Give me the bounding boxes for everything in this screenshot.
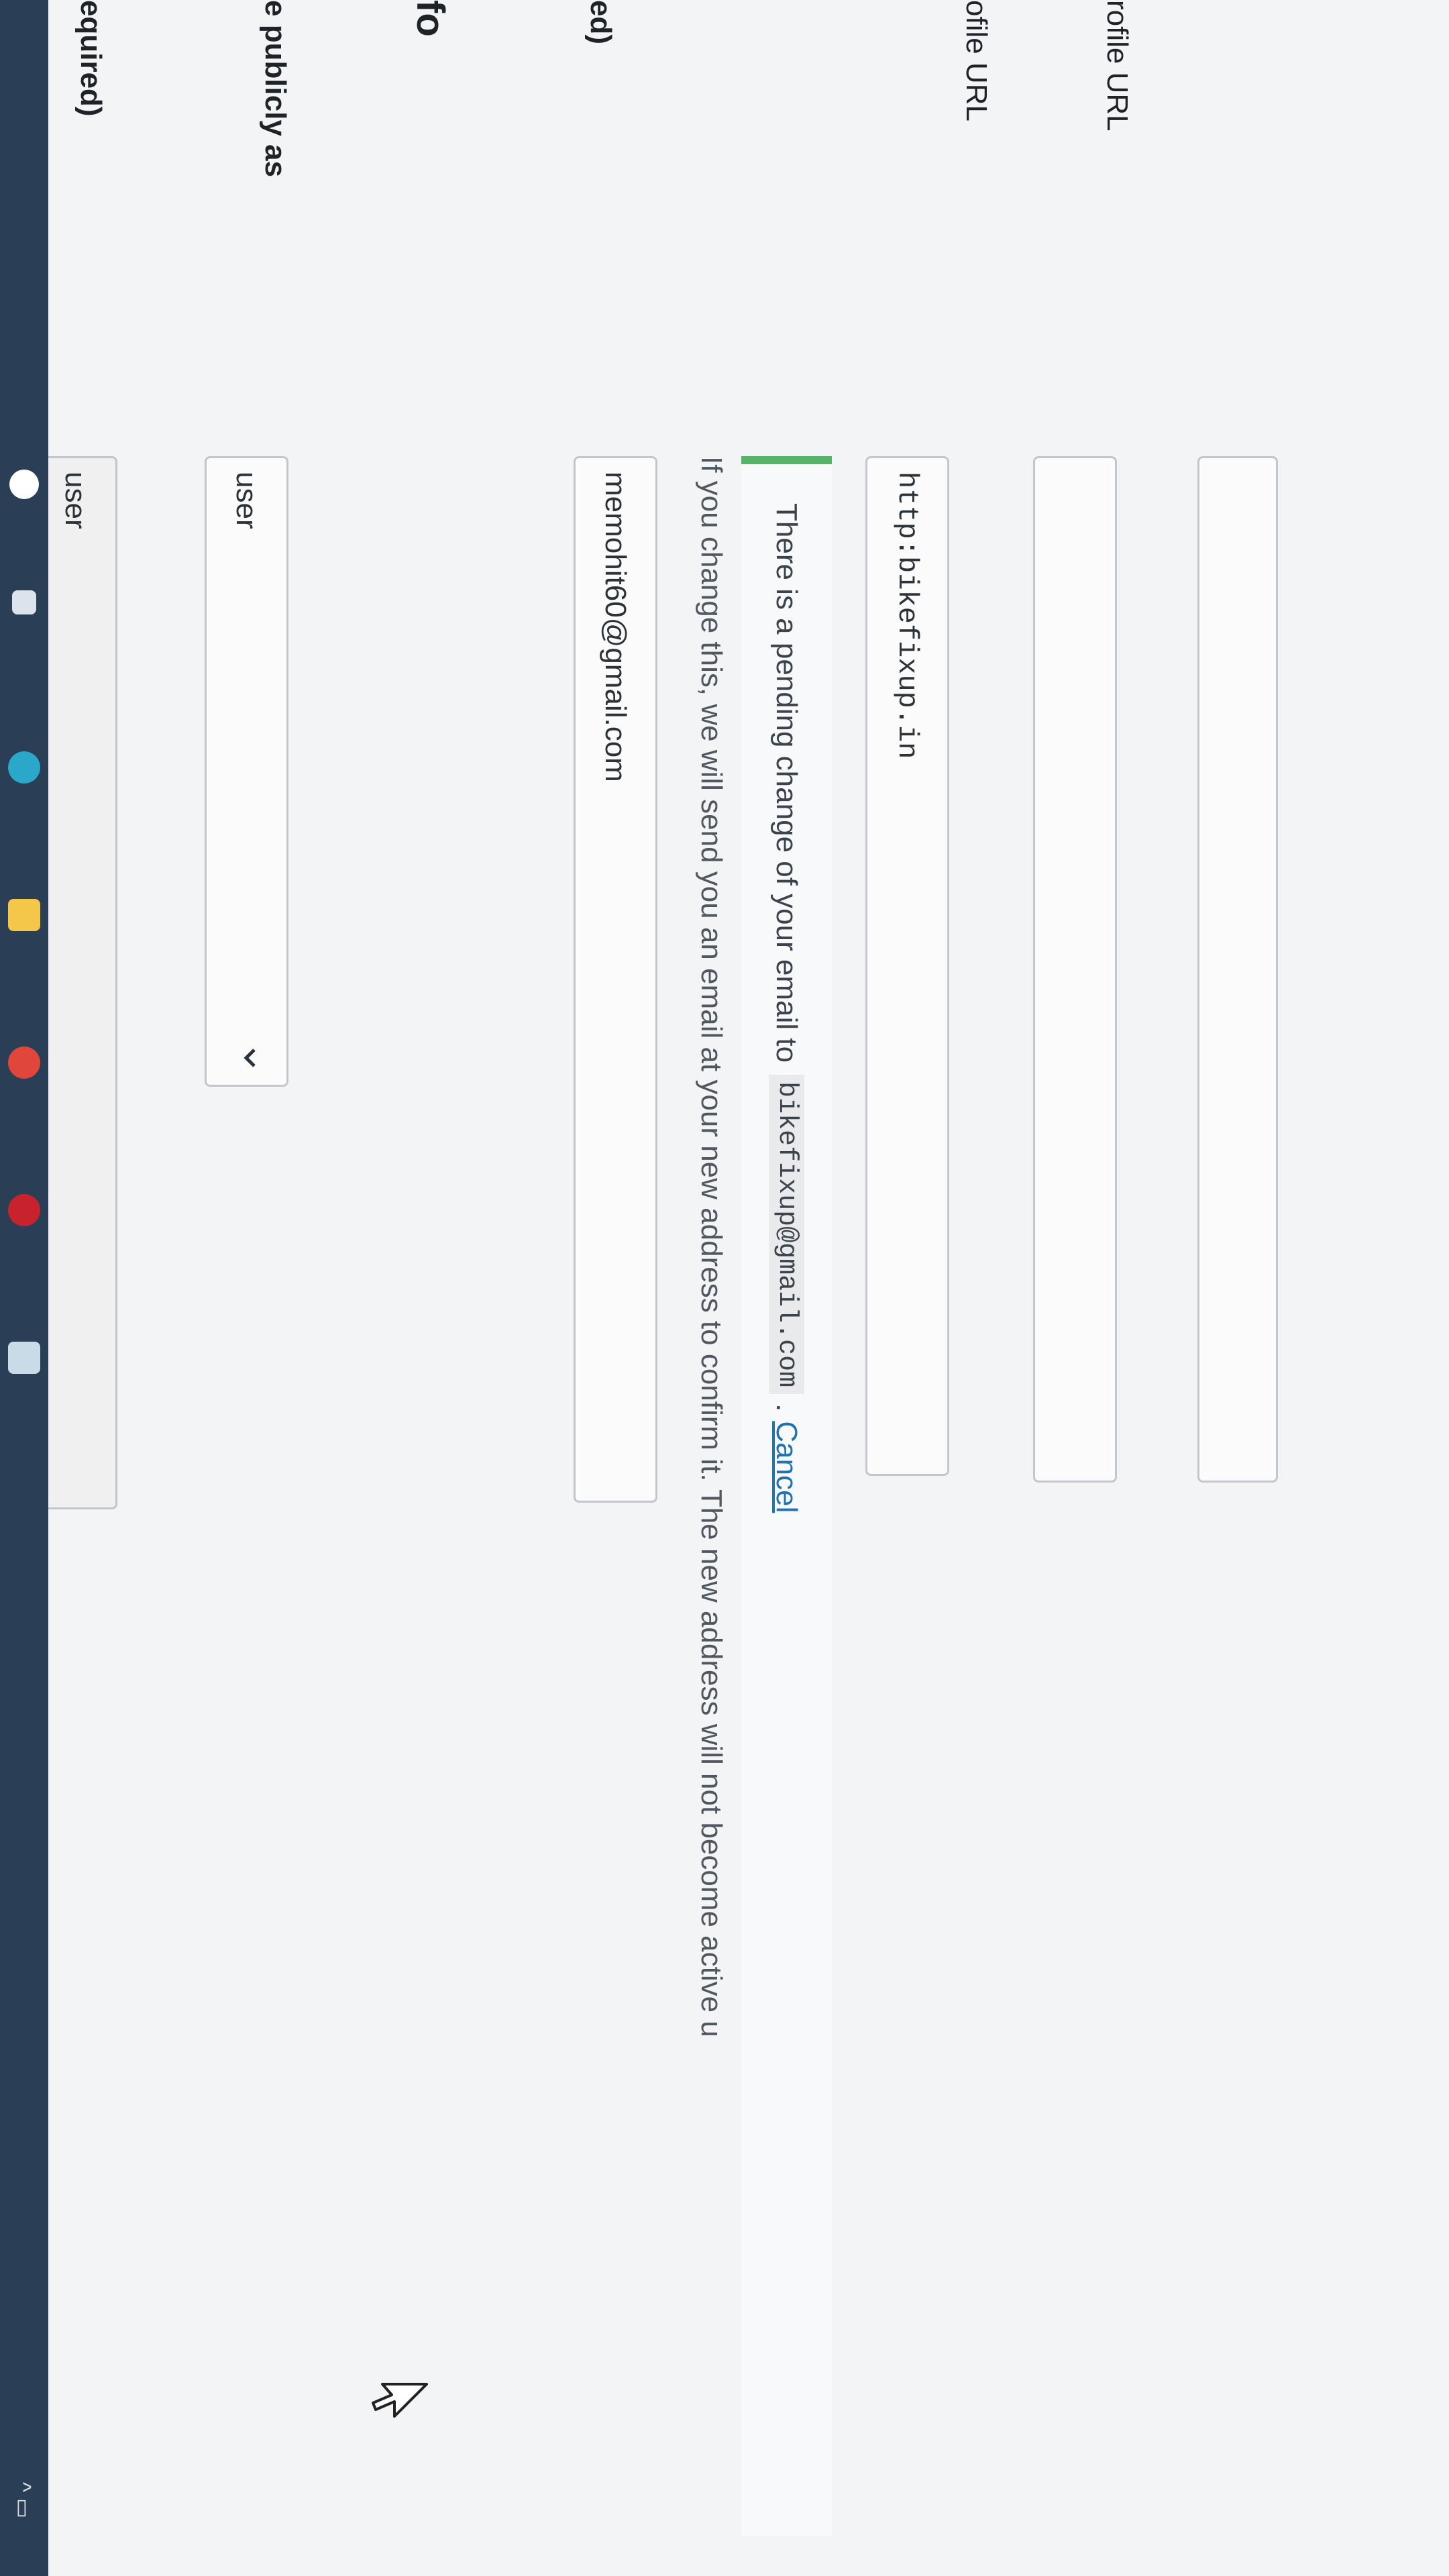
email-field[interactable]: memohit60@gmail.com (574, 456, 657, 1503)
pending-notice-separator: . (770, 1403, 804, 1412)
pending-notice-text: There is a pending change of your email … (770, 503, 804, 1063)
app-icon[interactable] (8, 1342, 40, 1374)
email-label: ed) (584, 0, 617, 44)
file-explorer-icon[interactable] (8, 899, 40, 931)
search-icon[interactable] (9, 470, 39, 499)
profile-url-field-2[interactable] (1197, 456, 1278, 1483)
pending-email-notice: There is a pending change of your email … (741, 456, 832, 2536)
chevron-down-icon (229, 1044, 264, 1071)
edge-icon[interactable] (8, 751, 40, 784)
task-view-icon[interactable] (12, 590, 36, 614)
taskbar: ^ ▭ (0, 0, 48, 2576)
contact-info-heading: fo (409, 0, 452, 37)
username-label: equired) (74, 0, 107, 117)
website-field[interactable]: http:bikefixup.in (865, 456, 949, 1476)
system-tray[interactable]: ^ ▭ (11, 2482, 36, 2518)
screen: equired) e publicly as fo ed) ofile URL … (0, 0, 1449, 2576)
profile-url-label-1: ofile URL (960, 0, 993, 121)
profile-url-label-2: rofile URL (1101, 0, 1134, 131)
mouse-cursor-icon (366, 2381, 429, 2422)
display-name-value: user (230, 472, 264, 529)
display-name-select[interactable]: user (205, 456, 288, 1087)
chrome-icon[interactable] (8, 1046, 40, 1079)
display-name-label: e publicly as (259, 0, 292, 178)
email-value: memohit60@gmail.com (599, 472, 633, 782)
opera-icon[interactable] (8, 1194, 40, 1226)
cancel-pending-link[interactable]: Cancel (770, 1421, 804, 1513)
username-value: user (59, 472, 93, 529)
email-description: If you change this, we will send you an … (695, 456, 728, 2037)
pending-email-address: bikefixup@gmail.com (769, 1075, 804, 1395)
profile-url-field-1[interactable] (1033, 456, 1117, 1483)
website-value: http:bikefixup.in (891, 472, 924, 759)
